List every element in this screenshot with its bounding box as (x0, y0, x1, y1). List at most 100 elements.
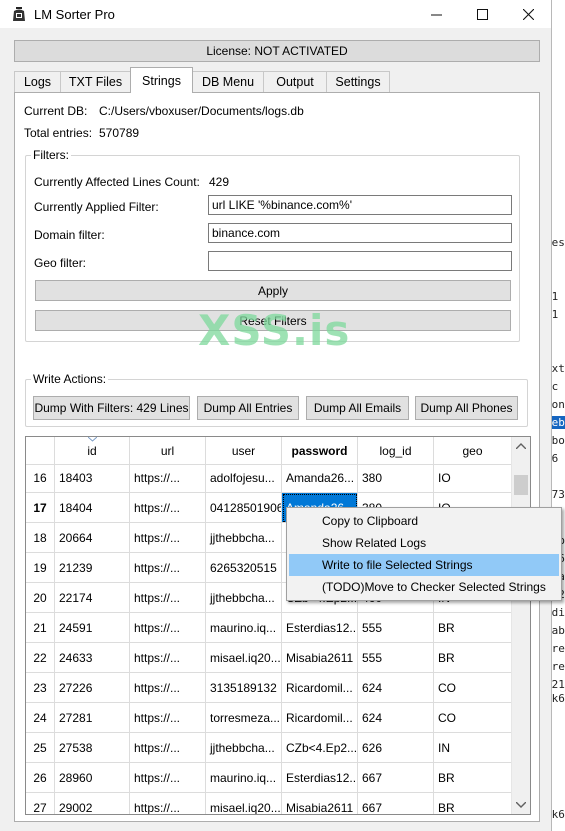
applied-filter-field[interactable]: url LIKE '%binance.com%' (208, 195, 512, 215)
user-cell[interactable]: 04128501906 (206, 493, 282, 523)
password-cell[interactable]: Esterdias12... (282, 763, 358, 793)
table-row[interactable]: 21 24591 https://... maurino.iq... Esterdias… (26, 613, 512, 643)
user-cell[interactable]: maurino.iq... (206, 613, 282, 643)
domain-filter-input[interactable]: binance.com (208, 223, 512, 243)
dump-all-entries-button[interactable]: Dump All Entries (197, 396, 299, 420)
password-cell[interactable]: Ricardomil... (282, 703, 358, 733)
log-id-cell[interactable]: 380 (358, 463, 434, 493)
apply-button[interactable]: Apply (35, 280, 511, 301)
menu-item-move-to-checker[interactable]: (TODO)Move to Checker Selected Strings (289, 576, 559, 598)
row-number-cell[interactable]: 20 (26, 583, 55, 613)
url-cell[interactable]: https://... (130, 553, 206, 583)
menu-item-show-related-logs[interactable]: Show Related Logs (289, 532, 559, 554)
log-id-cell[interactable]: 667 (358, 793, 434, 814)
tab-output[interactable]: Output (263, 71, 327, 92)
tab-db-menu[interactable]: DB Menu (192, 71, 264, 92)
row-number-cell[interactable]: 19 (26, 553, 55, 583)
menu-item-write-selected-strings[interactable]: Write to file Selected Strings (289, 554, 559, 576)
url-cell[interactable]: https://... (130, 673, 206, 703)
password-cell[interactable]: Esterdias12... (282, 613, 358, 643)
strings-table[interactable]: id url user password log_id geo 16 18403 h… (25, 436, 531, 815)
id-cell[interactable]: 18403 (55, 463, 130, 493)
tab-logs[interactable]: Logs (14, 71, 61, 92)
row-number-cell[interactable]: 21 (26, 613, 55, 643)
url-cell[interactable]: https://... (130, 703, 206, 733)
user-cell[interactable]: adolfojesu... (206, 463, 282, 493)
row-number-cell[interactable]: 18 (26, 523, 55, 553)
id-cell[interactable]: 27538 (55, 733, 130, 763)
geo-cell[interactable]: IO (434, 463, 512, 493)
scrollbar-thumb[interactable] (514, 475, 528, 495)
row-number-cell[interactable]: 16 (26, 463, 55, 493)
row-number-cell[interactable]: 23 (26, 673, 55, 703)
url-cell[interactable]: https://... (130, 643, 206, 673)
geo-cell[interactable]: BR (434, 643, 512, 673)
url-cell[interactable]: https://... (130, 613, 206, 643)
id-cell[interactable]: 28960 (55, 763, 130, 793)
log-id-cell[interactable]: 555 (358, 613, 434, 643)
vertical-scrollbar[interactable] (511, 437, 530, 814)
url-cell[interactable]: https://... (130, 493, 206, 523)
dump-with-filters-button[interactable]: Dump With Filters: 429 Lines (33, 396, 190, 420)
url-cell[interactable]: https://... (130, 793, 206, 814)
column-header-url[interactable]: url (130, 437, 206, 465)
close-button[interactable] (505, 0, 551, 28)
url-cell[interactable]: https://... (130, 733, 206, 763)
password-cell[interactable]: Misabia2611 (282, 793, 358, 814)
column-header-password[interactable]: password (282, 437, 358, 465)
geo-cell[interactable]: CO (434, 673, 512, 703)
url-cell[interactable]: https://... (130, 763, 206, 793)
log-id-cell[interactable]: 624 (358, 673, 434, 703)
row-number-cell[interactable]: 22 (26, 643, 55, 673)
table-row[interactable]: 27 29002 https://... misael.iq20... Misabia2… (26, 793, 512, 814)
column-header-id[interactable]: id (55, 437, 130, 465)
table-row[interactable]: 16 18403 https://... adolfojesu... Amanda26.… (26, 463, 512, 493)
dump-all-emails-button[interactable]: Dump All Emails (306, 396, 409, 420)
url-cell[interactable]: https://... (130, 523, 206, 553)
password-cell[interactable]: CZb<4.Ep2... (282, 733, 358, 763)
menu-item-copy-to-clipboard[interactable]: Copy to Clipboard (289, 510, 559, 532)
row-number-cell[interactable]: 25 (26, 733, 55, 763)
user-cell[interactable]: jjthebbcha... (206, 733, 282, 763)
scroll-up-icon[interactable] (516, 443, 526, 449)
id-cell[interactable]: 29002 (55, 793, 130, 814)
geo-cell[interactable]: BR (434, 793, 512, 814)
column-header-geo[interactable]: geo (434, 437, 512, 465)
maximize-button[interactable] (459, 0, 505, 28)
geo-cell[interactable]: CO (434, 703, 512, 733)
table-row[interactable]: 26 28960 https://... maurino.iq... Esterdias… (26, 763, 512, 793)
user-cell[interactable]: jjthebbcha... (206, 583, 282, 613)
log-id-cell[interactable]: 555 (358, 643, 434, 673)
column-header-log-id[interactable]: log_id (358, 437, 434, 465)
geo-cell[interactable]: BR (434, 763, 512, 793)
id-cell[interactable]: 27281 (55, 703, 130, 733)
log-id-cell[interactable]: 667 (358, 763, 434, 793)
password-cell[interactable]: Ricardomil... (282, 673, 358, 703)
dump-all-phones-button[interactable]: Dump All Phones (415, 396, 518, 420)
user-cell[interactable]: misael.iq20... (206, 793, 282, 814)
url-cell[interactable]: https://... (130, 463, 206, 493)
user-cell[interactable]: misael.iq20... (206, 643, 282, 673)
table-row[interactable]: 25 27538 https://... jjthebbcha... CZb<4.Ep2… (26, 733, 512, 763)
password-cell[interactable]: Misabia2611 (282, 643, 358, 673)
row-number-cell[interactable]: 17 (26, 493, 55, 523)
user-cell[interactable]: torresmeza... (206, 703, 282, 733)
id-cell[interactable]: 21239 (55, 553, 130, 583)
scroll-down-icon[interactable] (516, 802, 526, 808)
id-cell[interactable]: 27226 (55, 673, 130, 703)
user-cell[interactable]: 6265320515 (206, 553, 282, 583)
log-id-cell[interactable]: 624 (358, 703, 434, 733)
log-id-cell[interactable]: 626 (358, 733, 434, 763)
row-number-cell[interactable]: 27 (26, 793, 55, 814)
table-row[interactable]: 22 24633 https://... misael.iq20... Misabia2… (26, 643, 512, 673)
column-header-user[interactable]: user (206, 437, 282, 465)
id-cell[interactable]: 24633 (55, 643, 130, 673)
row-number-cell[interactable]: 24 (26, 703, 55, 733)
tab-strings[interactable]: Strings (130, 67, 193, 93)
geo-filter-input[interactable] (208, 251, 512, 271)
user-cell[interactable]: maurino.iq... (206, 763, 282, 793)
url-cell[interactable]: https://... (130, 583, 206, 613)
id-cell[interactable]: 24591 (55, 613, 130, 643)
id-cell[interactable]: 18404 (55, 493, 130, 523)
user-cell[interactable]: jjthebbcha... (206, 523, 282, 553)
